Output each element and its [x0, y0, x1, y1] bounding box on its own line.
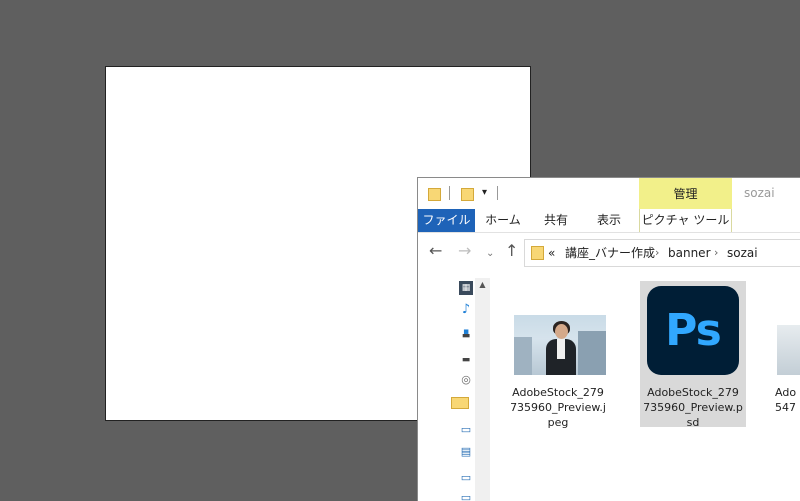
videos-icon[interactable]: ▦ [459, 281, 473, 295]
back-arrow-icon[interactable]: ← [429, 243, 442, 259]
music-icon[interactable]: ♪ [459, 303, 473, 317]
window-title: sozai [744, 186, 775, 200]
new-folder-icon[interactable] [461, 186, 474, 202]
file-name: AdobeStock_279 735960_Preview.p sd [643, 386, 743, 429]
forward-arrow-icon[interactable]: → [458, 243, 471, 259]
breadcrumb-sozai[interactable]: sozai [727, 246, 758, 260]
navigation-bar: ← → ⌄ ↑ « 講座_バナー作成 › banner › sozai [418, 233, 800, 273]
drive-icon[interactable]: ▬ [459, 329, 473, 343]
folder-icon[interactable] [428, 186, 441, 202]
folder-icon [531, 246, 544, 260]
tab-picture-tools[interactable]: ピクチャ ツール [639, 209, 732, 232]
recent-locations-icon[interactable]: ⌄ [486, 246, 494, 262]
file-name: Ado 547 [775, 386, 797, 414]
tab-home[interactable]: ホーム [480, 209, 526, 232]
file-name: AdobeStock_279 735960_Preview.j peg [510, 386, 606, 429]
breadcrumb-separator[interactable]: › [655, 246, 659, 260]
computer-icon[interactable]: ▭ [459, 471, 473, 485]
breadcrumb-banner[interactable]: banner [668, 246, 711, 260]
image-thumbnail-icon [777, 325, 800, 375]
up-arrow-icon[interactable]: ↑ [505, 243, 518, 259]
ribbon-tabs: ファイル ホーム 共有 表示 ピクチャ ツール [418, 209, 800, 233]
file-item-psd[interactable]: Ps AdobeStock_279 735960_Preview.p sd [640, 281, 746, 429]
tab-file[interactable]: ファイル [418, 209, 475, 232]
nav-pane-scrollbar[interactable]: ▲ [475, 278, 490, 501]
file-explorer-window: ▾ 管理 sozai ファイル ホーム 共有 表示 ピクチャ ツール ← → ⌄… [417, 177, 800, 501]
file-item-jpeg[interactable]: AdobeStock_279 735960_Preview.j peg [505, 281, 611, 429]
title-bar: ▾ 管理 sozai [418, 178, 800, 209]
toolbar-divider [449, 186, 450, 200]
jpeg-thumbnail-icon [514, 315, 606, 375]
tab-share[interactable]: 共有 [536, 209, 576, 232]
document-icon[interactable]: ▤ [459, 445, 473, 459]
breadcrumb-kouza[interactable]: 講座_バナー作成 [565, 246, 655, 260]
manage-tab[interactable]: 管理 [639, 178, 732, 209]
network-folder-icon[interactable] [451, 397, 469, 409]
computer-icon[interactable]: ▭ [459, 423, 473, 437]
address-bar[interactable]: « 講座_バナー作成 › banner › sozai [524, 239, 800, 267]
address-overflow[interactable]: « [548, 246, 555, 260]
file-item-third[interactable]: Ado 547 [775, 281, 800, 427]
photoshop-icon: Ps [647, 286, 739, 375]
tab-view[interactable]: 表示 [588, 209, 630, 232]
scroll-up-arrow-icon[interactable]: ▲ [475, 278, 490, 292]
toolbar-divider [497, 186, 498, 200]
navigation-pane: ▦ ♪ ▪ ▬ ▬ ◎ ▭ ▤ ▭ ▭ ▲ [418, 273, 492, 501]
breadcrumb-separator[interactable]: › [714, 246, 718, 260]
quick-access-dropdown-icon[interactable]: ▾ [482, 187, 487, 199]
local-disk-icon[interactable]: ▬ [459, 353, 473, 367]
dvd-drive-icon[interactable]: ◎ [459, 373, 473, 387]
file-list: AdobeStock_279 735960_Preview.j peg Ps A… [493, 273, 800, 501]
